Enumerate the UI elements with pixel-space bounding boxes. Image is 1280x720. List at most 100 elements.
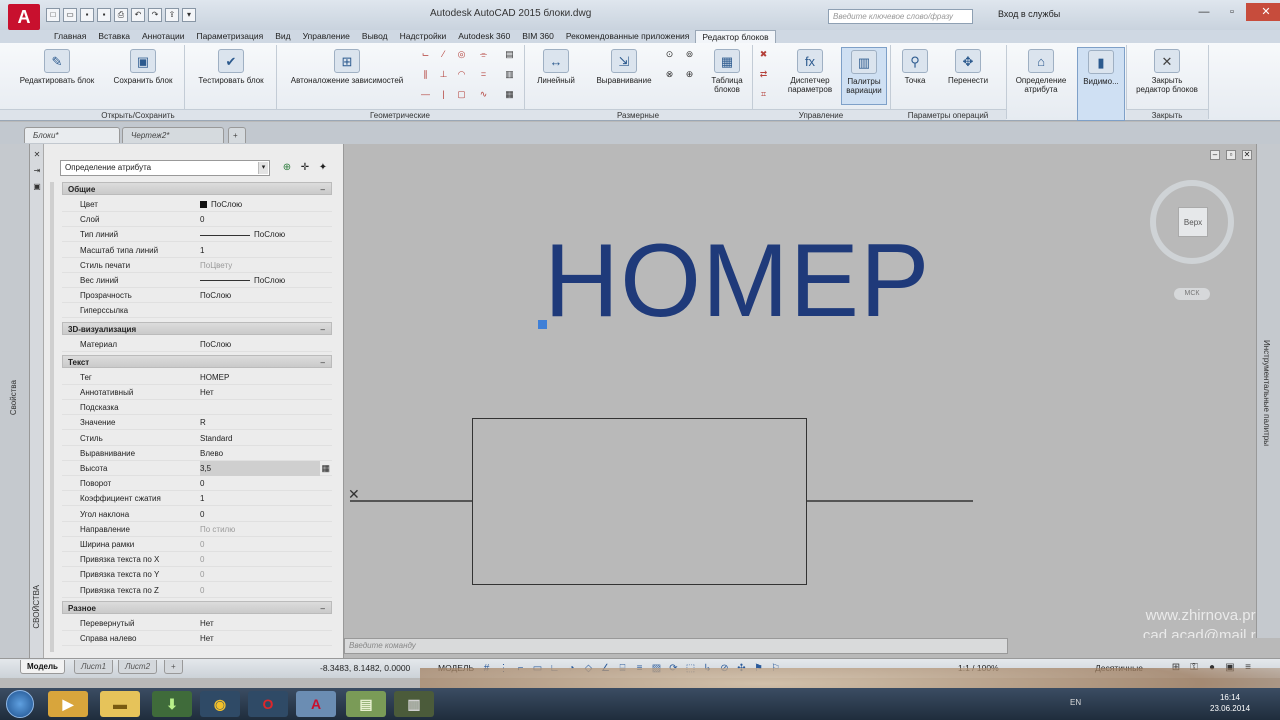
workspace-dropdown-icon[interactable]: ▾ (182, 8, 196, 22)
file-explorer-icon[interactable]: ▬ (100, 691, 140, 717)
equal-icon[interactable]: = (478, 69, 489, 79)
property-row[interactable]: Стиль печати ПоЦвету (62, 258, 332, 273)
property-value[interactable]: 3,5 (200, 461, 320, 476)
notes-app-icon[interactable]: ▤ (346, 691, 386, 717)
perpendicular-icon[interactable]: ⊥ (438, 69, 449, 79)
ribbon-tab-manage[interactable]: Управление (297, 30, 356, 43)
close-viewport-button[interactable]: ✕ (1242, 150, 1252, 160)
application-menu-button[interactable]: A (8, 4, 40, 30)
section-header-3d-visualization[interactable]: 3D-визуализация – (62, 321, 332, 336)
property-row[interactable]: Подсказка (62, 400, 332, 416)
parallel-icon[interactable]: ∥ (420, 69, 431, 79)
panel-label-open-save[interactable]: Открыть/Сохранить (0, 109, 276, 120)
property-value[interactable]: 0 (200, 567, 320, 582)
property-row[interactable]: Справа налево Нет (62, 631, 332, 646)
add-layout-button[interactable]: + (164, 660, 183, 674)
collapse-icon[interactable]: – (321, 183, 325, 196)
property-value[interactable]: Нет (200, 385, 320, 400)
property-row[interactable]: Значение R (62, 415, 332, 431)
panel-label-manage[interactable]: Управление (752, 109, 890, 120)
close-window-button[interactable]: ✕ (1246, 3, 1280, 21)
redo-icon[interactable]: ↷ (148, 8, 162, 22)
property-row[interactable]: Слой 0 (62, 212, 332, 228)
chrome-icon[interactable]: ◉ (200, 691, 240, 717)
minimize-viewport-button[interactable]: – (1210, 150, 1220, 160)
panel-label-close[interactable]: Закрыть (1126, 109, 1208, 120)
layout-tab-sheet2[interactable]: Лист2 (118, 660, 158, 674)
property-value[interactable]: ПоСлою (200, 273, 320, 288)
plot-icon[interactable]: ⎙ (114, 8, 128, 22)
property-value[interactable]: НОМЕР (200, 370, 320, 385)
delete-constraints-icon[interactable]: ✖ (758, 49, 769, 59)
doc-tab-drawing2[interactable]: Чертеж2* (122, 127, 224, 143)
horizontal-icon[interactable]: — (420, 89, 431, 99)
property-row[interactable]: Привязка текста по Z 0 (62, 583, 332, 598)
system-clock[interactable]: 16:14 23.06.2014 (1210, 692, 1250, 714)
smooth-icon[interactable]: ∿ (478, 89, 489, 99)
property-row[interactable]: Ширина рамки 0 (62, 537, 332, 552)
ribbon-tab-parametric[interactable]: Параметризация (190, 30, 269, 43)
fix-icon[interactable]: ▢ (456, 89, 467, 99)
property-value[interactable]: 0 (200, 537, 320, 552)
align-button[interactable]: ⇲ Выравнивание (588, 49, 660, 85)
property-value[interactable]: 0 (200, 583, 320, 598)
save-as-icon[interactable]: ▪ (97, 8, 111, 22)
property-row[interactable]: Стиль Standard (62, 431, 332, 446)
variation-palettes-button[interactable]: ▥ Палитры вариации (841, 47, 887, 105)
quick-select-icon[interactable]: ✦ (316, 161, 330, 175)
collapse-icon[interactable]: – (321, 323, 325, 336)
properties-strip-label[interactable]: Свойства (9, 380, 18, 415)
linear-dimension-button[interactable]: ↔ Линейный (528, 49, 584, 85)
property-row[interactable]: Привязка текста по X 0 (62, 552, 332, 568)
layout-tab-sheet1[interactable]: Лист1 (74, 660, 114, 674)
opera-icon[interactable]: O (248, 691, 288, 717)
property-row[interactable]: Угол наклона 0 (62, 507, 332, 522)
block-line-right[interactable] (807, 500, 973, 502)
autocad-taskbar-icon[interactable]: A (296, 691, 336, 717)
property-row[interactable]: Выравнивание Влево (62, 446, 332, 461)
property-row[interactable]: Гиперссылка (62, 303, 332, 319)
new-tab-button[interactable]: + (228, 127, 246, 143)
property-value[interactable]: Нет (200, 631, 320, 646)
test-block-button[interactable]: ✔ Тестировать блок (188, 49, 274, 85)
toggle-pickadd-icon[interactable]: ⊕ (280, 161, 294, 175)
collapse-icon[interactable]: – (321, 356, 325, 369)
property-row[interactable]: Аннотативный Нет (62, 385, 332, 400)
tool-palettes-strip-label[interactable]: Инструментальные палитры (1262, 340, 1271, 446)
block-properties-icon[interactable]: ⊙ (664, 49, 675, 59)
panel-label-geometric[interactable]: Геометрические (276, 109, 524, 120)
block-rectangle[interactable] (472, 418, 807, 585)
ribbon-tab-addins[interactable]: Надстройки (394, 30, 453, 43)
close-palette-icon[interactable]: ✕ (32, 150, 42, 160)
ribbon-tab-output[interactable]: Вывод (356, 30, 394, 43)
property-value[interactable]: 1 (200, 243, 320, 258)
collapse-icon[interactable]: – (321, 602, 325, 615)
convert-constraint-icon[interactable]: ⇄ (758, 69, 769, 79)
ribbon-tab-featured-apps[interactable]: Рекомендованные приложения (560, 30, 695, 43)
panel-label-action-params[interactable]: Параметры операций (890, 109, 1006, 120)
doc-tab-bloki[interactable]: Блоки* (24, 127, 120, 143)
calculator-icon[interactable]: ▦ (321, 461, 330, 476)
palette-properties-icon[interactable]: ▣ (32, 182, 42, 192)
recorder-app-icon[interactable]: ▥ (394, 691, 434, 717)
close-block-editor-button[interactable]: ✕ Закрыть редактор блоков (1128, 49, 1206, 94)
property-value[interactable]: 0 (200, 212, 320, 227)
property-value[interactable]: ПоЦвету (200, 258, 320, 273)
object-type-select[interactable]: Определение атрибута ▾ (60, 160, 270, 176)
cursor-coordinates[interactable]: -8.3483, 8.1482, 0.0000 (320, 663, 410, 673)
property-value[interactable]: ПоСлою (200, 288, 320, 303)
media-player-icon[interactable]: ▶ (48, 691, 88, 717)
wcs-menu[interactable]: МСК (1174, 288, 1210, 300)
move-action-button[interactable]: ✥ Перенести (940, 49, 996, 85)
ribbon-tab-home[interactable]: Главная (48, 30, 92, 43)
property-value[interactable]: Standard (200, 431, 320, 446)
ribbon-tab-insert[interactable]: Вставка (92, 30, 136, 43)
attribute-definition-button[interactable]: ⌂ Определение атрибута (1008, 49, 1074, 94)
autohide-icon[interactable]: ⇥ (32, 166, 42, 176)
ribbon-tab-bim360[interactable]: BIM 360 (516, 30, 560, 43)
section-header-text[interactable]: Текст – (62, 354, 332, 369)
ribbon-tab-block-editor[interactable]: Редактор блоков (695, 30, 776, 43)
property-row[interactable]: Направление По стилю (62, 522, 332, 537)
property-row[interactable]: Прозрачность ПоСлою (62, 288, 332, 304)
property-row[interactable]: Масштаб типа линий 1 (62, 243, 332, 258)
